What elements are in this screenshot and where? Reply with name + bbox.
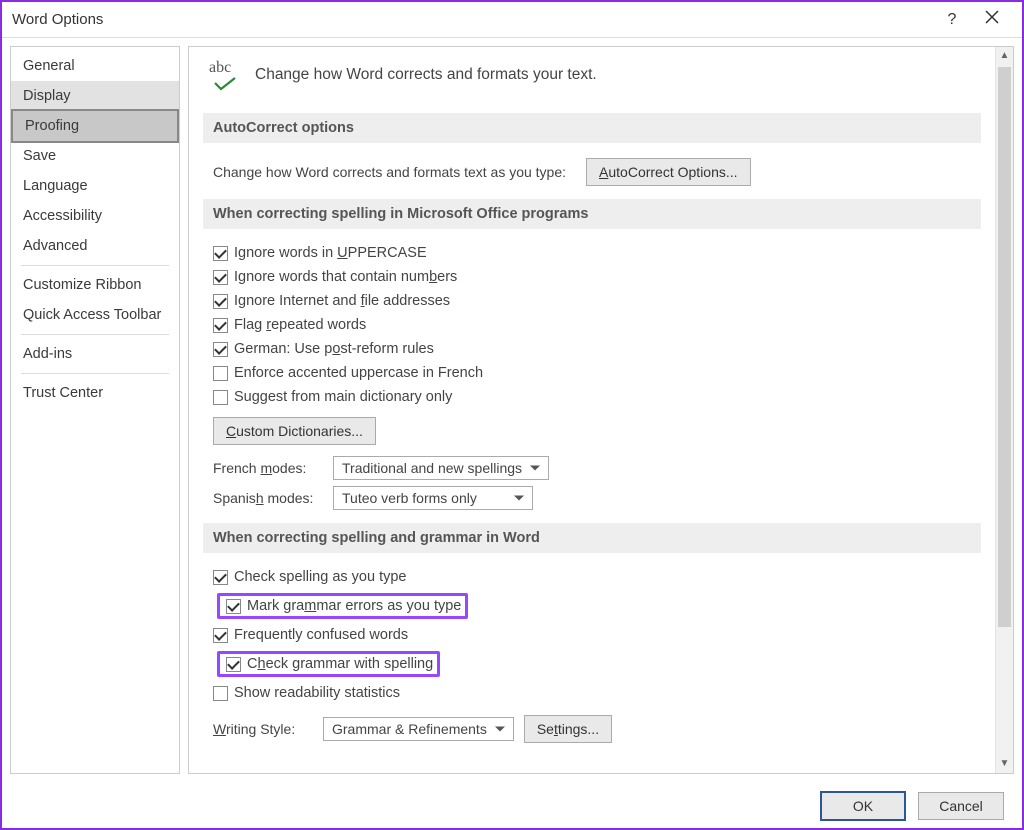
check-label: Ignore Internet and file addresses — [234, 293, 450, 309]
check-label: Flag repeated words — [234, 317, 366, 333]
writing-style-dropdown[interactable]: Grammar & Refinements — [323, 717, 514, 741]
checkbox[interactable] — [213, 246, 228, 261]
sidebar-item-general[interactable]: General — [11, 51, 179, 81]
section-word-spelling-title: When correcting spelling and grammar in … — [203, 523, 981, 553]
autocorrect-desc: Change how Word corrects and formats tex… — [213, 164, 566, 180]
titlebar: Word Options ? — [2, 2, 1022, 38]
check-label: Ignore words that contain numbers — [234, 269, 457, 285]
checkbox[interactable] — [213, 342, 228, 357]
checkbox[interactable] — [226, 599, 241, 614]
page-headline: Change how Word corrects and formats you… — [255, 66, 597, 84]
word-check-0: Check spelling as you type — [203, 565, 981, 589]
section-autocorrect-title: AutoCorrect options — [203, 113, 981, 143]
office-check-1: Ignore words that contain numbers — [203, 265, 981, 289]
proofing-icon: abc — [209, 59, 241, 91]
spanish-modes-label: Spanish modes: — [213, 490, 323, 506]
checkbox[interactable] — [213, 270, 228, 285]
dialog-footer: OK Cancel — [2, 782, 1022, 828]
content-pane: abc Change how Word corrects and formats… — [189, 47, 995, 773]
checkbox[interactable] — [226, 657, 241, 672]
word-check-3: Check grammar with spelling — [203, 647, 981, 681]
checkbox[interactable] — [213, 294, 228, 309]
sidebar-item-proofing[interactable]: Proofing — [11, 109, 179, 143]
checkbox[interactable] — [213, 570, 228, 585]
section-office-spelling-title: When correcting spelling in Microsoft Of… — [203, 199, 981, 229]
check-label: Show readability statistics — [234, 685, 400, 701]
ok-button[interactable]: OK — [820, 791, 906, 821]
writing-style-label: Writing Style: — [213, 721, 313, 737]
word-check-2: Frequently confused words — [203, 623, 981, 647]
sidebar-item-display[interactable]: Display — [11, 81, 179, 111]
word-options-window: Word Options ? GeneralDisplayProofingSav… — [0, 0, 1024, 830]
dialog-body: GeneralDisplayProofingSaveLanguageAccess… — [2, 38, 1022, 782]
check-label: Suggest from main dictionary only — [234, 389, 452, 405]
sidebar-item-quick-access-toolbar[interactable]: Quick Access Toolbar — [11, 300, 179, 330]
office-check-6: Suggest from main dictionary only — [203, 385, 981, 409]
office-check-4: German: Use post-reform rules — [203, 337, 981, 361]
office-check-5: Enforce accented uppercase in French — [203, 361, 981, 385]
check-label: Frequently confused words — [234, 627, 408, 643]
cancel-button[interactable]: Cancel — [918, 792, 1004, 820]
french-modes-label: French modes: — [213, 460, 323, 476]
sidebar-item-customize-ribbon[interactable]: Customize Ribbon — [11, 270, 179, 300]
sidebar: GeneralDisplayProofingSaveLanguageAccess… — [10, 46, 180, 774]
sidebar-item-trust-center[interactable]: Trust Center — [11, 378, 179, 408]
office-check-0: Ignore words in UPPERCASE — [203, 241, 981, 265]
vertical-scrollbar[interactable]: ▲ ▼ — [995, 47, 1013, 773]
office-check-2: Ignore Internet and file addresses — [203, 289, 981, 313]
sidebar-item-save[interactable]: Save — [11, 141, 179, 171]
word-check-1: Mark grammar errors as you type — [203, 589, 981, 623]
autocorrect-options-button[interactable]: AutoCorrect Options... — [586, 158, 751, 186]
checkbox[interactable] — [213, 628, 228, 643]
word-check-4: Show readability statistics — [203, 681, 981, 705]
scroll-up-icon[interactable]: ▲ — [996, 47, 1013, 65]
checkbox[interactable] — [213, 686, 228, 701]
checkbox[interactable] — [213, 366, 228, 381]
help-icon[interactable]: ? — [932, 11, 972, 29]
scroll-down-icon[interactable]: ▼ — [996, 755, 1013, 773]
highlight-annotation: Check grammar with spelling — [217, 651, 440, 677]
check-label: Check spelling as you type — [234, 569, 407, 585]
check-label: Enforce accented uppercase in French — [234, 365, 483, 381]
highlight-annotation: Mark grammar errors as you type — [217, 593, 468, 619]
page-header: abc Change how Word corrects and formats… — [203, 51, 981, 107]
french-modes-dropdown[interactable]: Traditional and new spellings — [333, 456, 549, 480]
check-label: Mark grammar errors as you type — [247, 598, 461, 614]
settings-button[interactable]: Settings... — [524, 715, 612, 743]
custom-dictionaries-button[interactable]: Custom Dictionaries... — [213, 417, 376, 445]
window-title: Word Options — [12, 11, 932, 28]
check-label: Ignore words in UPPERCASE — [234, 245, 427, 261]
office-check-3: Flag repeated words — [203, 313, 981, 337]
sidebar-item-language[interactable]: Language — [11, 171, 179, 201]
autocorrect-row: Change how Word corrects and formats tex… — [203, 155, 981, 189]
checkbox[interactable] — [213, 390, 228, 405]
content-wrap: abc Change how Word corrects and formats… — [188, 46, 1014, 774]
close-icon[interactable] — [972, 10, 1012, 29]
sidebar-item-accessibility[interactable]: Accessibility — [11, 201, 179, 231]
spanish-modes-dropdown[interactable]: Tuteo verb forms only — [333, 486, 533, 510]
checkbox[interactable] — [213, 318, 228, 333]
sidebar-item-advanced[interactable]: Advanced — [11, 231, 179, 261]
sidebar-item-add-ins[interactable]: Add-ins — [11, 339, 179, 369]
scroll-thumb[interactable] — [998, 67, 1011, 627]
check-label: Check grammar with spelling — [247, 656, 433, 672]
check-label: German: Use post-reform rules — [234, 341, 434, 357]
